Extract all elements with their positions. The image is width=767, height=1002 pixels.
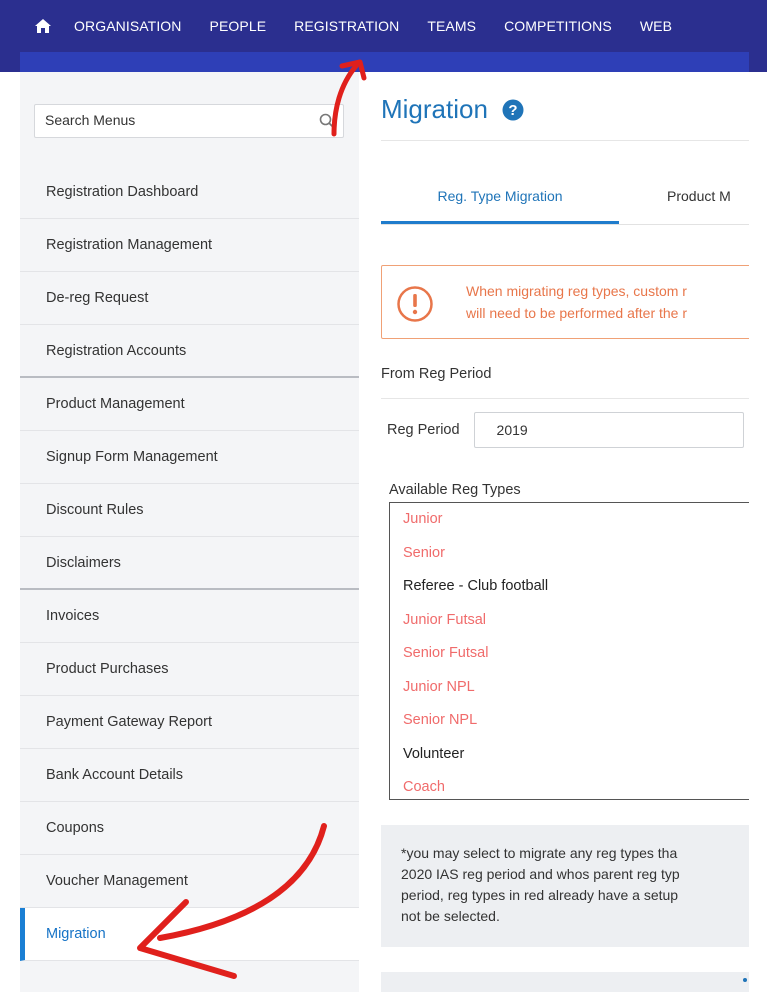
list-item[interactable]: Junior [390,503,749,537]
available-reg-types-list[interactable]: Junior Senior Referee - Club football Ju… [389,502,749,800]
note-line-2: 2020 IAS reg period and whos parent reg … [401,866,680,882]
left-margin [0,0,20,1002]
top-navigation-bar: ORGANISATION PEOPLE REGISTRATION TEAMS C… [0,0,767,72]
page-header: Migration ? [381,94,524,125]
nav-people[interactable]: PEOPLE [196,18,281,34]
sidebar: Registration Dashboard Registration Mana… [20,72,359,992]
nav-accent-stripe [20,52,749,72]
nav-web[interactable]: WEB [626,18,686,34]
sidebar-item-invoices[interactable]: Invoices [20,590,359,643]
bottom-margin [0,992,767,1002]
sidebar-item-migration[interactable]: Migration [20,908,359,961]
search-menus-box [34,104,344,138]
section-divider [381,398,749,399]
from-reg-period-heading: From Reg Period [381,366,492,382]
list-item[interactable]: Senior Futsal [390,637,749,671]
list-item[interactable]: Senior [390,537,749,571]
sidebar-item-de-reg-request[interactable]: De-reg Request [20,272,359,325]
migration-note: *you may select to migrate any reg types… [381,825,749,947]
sidebar-item-product-purchases[interactable]: Product Purchases [20,643,359,696]
nav-competitions[interactable]: COMPETITIONS [490,18,626,34]
sidebar-item-registration-accounts[interactable]: Registration Accounts [20,325,359,378]
right-margin [749,0,767,1002]
reg-period-row: Reg Period 2019 [387,412,744,448]
search-menus-input[interactable] [35,105,305,135]
sidebar-item-voucher-management[interactable]: Voucher Management [20,855,359,908]
sidebar-item-coupons[interactable]: Coupons [20,802,359,855]
warning-text: When migrating reg types, custom r will … [466,280,687,324]
sidebar-item-discount-rules[interactable]: Discount Rules [20,484,359,537]
sidebar-item-registration-dashboard[interactable]: Registration Dashboard [20,166,359,219]
migration-tabs: Reg. Type Migration Product M [381,180,749,225]
help-icon[interactable]: ? [502,99,524,121]
warning-icon [397,286,433,322]
nav-registration[interactable]: REGISTRATION [280,18,413,34]
home-icon [35,19,51,33]
sidebar-item-product-management[interactable]: Product Management [20,378,359,431]
warning-alert: When migrating reg types, custom r will … [381,265,749,339]
svg-text:?: ? [508,102,517,119]
reg-period-label: Reg Period [387,422,460,438]
list-item[interactable]: Junior NPL [390,671,749,705]
home-button[interactable] [20,18,66,34]
reg-period-select[interactable]: 2019 [473,412,744,448]
sidebar-item-signup-form-management[interactable]: Signup Form Management [20,431,359,484]
search-icon[interactable] [319,113,335,129]
sidebar-item-disclaimers[interactable]: Disclaimers [20,537,359,590]
tab-reg-type-migration[interactable]: Reg. Type Migration [381,188,619,224]
scroll-indicator-dot [743,978,747,982]
page-title: Migration [381,94,488,124]
sidebar-menu: Registration Dashboard Registration Mana… [20,166,359,961]
list-item[interactable]: Referee - Club football [390,570,749,604]
list-item[interactable]: Coach [390,771,749,799]
available-reg-types-label: Available Reg Types [389,482,521,498]
nav-teams[interactable]: TEAMS [413,18,490,34]
tab-product-migration[interactable]: Product M [667,188,731,204]
note-line-4: not be selected. [401,908,500,924]
nav-organisation[interactable]: ORGANISATION [66,18,196,34]
list-item[interactable]: Senior NPL [390,704,749,738]
sidebar-item-registration-management[interactable]: Registration Management [20,219,359,272]
title-divider [381,140,749,141]
list-item[interactable]: Volunteer [390,738,749,772]
sidebar-item-bank-account-details[interactable]: Bank Account Details [20,749,359,802]
main-content: Migration ? Reg. Type Migration Product … [359,72,749,992]
note-line-1: *you may select to migrate any reg types… [401,845,678,861]
list-item[interactable]: Junior Futsal [390,604,749,638]
footer-panel [381,972,749,992]
warning-line-1: When migrating reg types, custom r [466,283,687,299]
sidebar-item-payment-gateway-report[interactable]: Payment Gateway Report [20,696,359,749]
warning-line-2: will need to be performed after the r [466,305,688,321]
note-line-3: period, reg types in red already have a … [401,887,679,903]
main-nav: ORGANISATION PEOPLE REGISTRATION TEAMS C… [20,0,749,52]
